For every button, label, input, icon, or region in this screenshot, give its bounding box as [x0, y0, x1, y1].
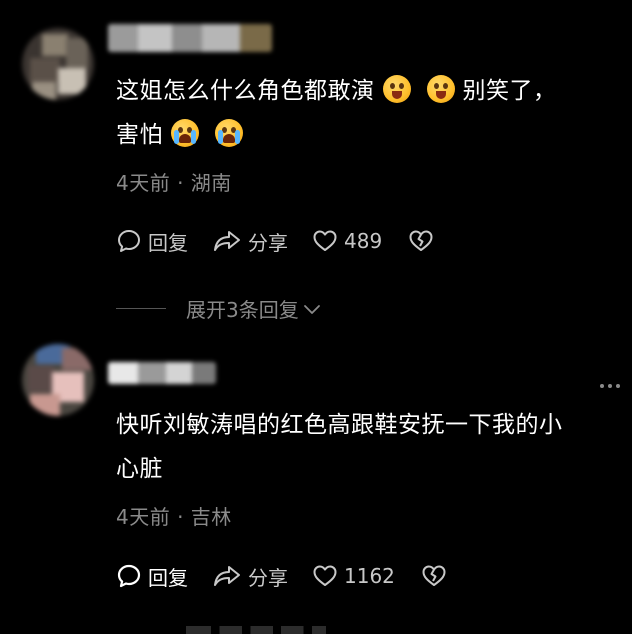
comment-text-line2: 心脏 [116, 456, 163, 482]
share-icon [214, 231, 240, 251]
comment-actions: 回复 分享 489 [116, 226, 434, 256]
comment-text-part: 害怕 [116, 122, 163, 148]
reply-button[interactable]: 回复 [116, 227, 188, 256]
heart-icon [313, 230, 337, 251]
laugh-cry-emoji-icon [382, 75, 411, 103]
reply-label: 回复 [148, 565, 188, 590]
crying-emoji-icon [171, 119, 199, 147]
broken-heart-icon [409, 230, 433, 251]
share-button[interactable]: 分享 [212, 562, 288, 591]
reply-label: 回复 [148, 230, 188, 255]
crying-emoji-icon [215, 119, 243, 147]
truncated-text [186, 626, 326, 634]
comment-text: 这姐怎么什么角色都敢演 别笑了， [116, 68, 557, 114]
avatar[interactable] [22, 344, 94, 416]
expand-replies-partial[interactable] [186, 626, 326, 634]
like-count: 1162 [344, 564, 395, 588]
share-label: 分享 [248, 230, 288, 255]
username-redacted[interactable] [108, 24, 272, 52]
dot [616, 384, 620, 388]
comment-list: 这姐怎么什么角色都敢演 别笑了， 害怕 4天前 · 湖南 回复 分享 489 展… [0, 0, 632, 634]
comment-actions: 回复 分享 1162 [116, 561, 447, 591]
reply-button[interactable]: 回复 [116, 562, 188, 591]
like-button[interactable]: 1162 [312, 563, 395, 589]
username-redacted[interactable] [108, 362, 216, 384]
expand-replies-label: 展开3条回复 [186, 298, 299, 322]
like-button[interactable]: 489 [312, 228, 382, 254]
like-count: 489 [344, 229, 383, 253]
comment-text-line2: 害怕 [116, 112, 251, 158]
comment-text-part: 别笑了， [462, 78, 557, 104]
laugh-cry-emoji-icon [426, 75, 455, 103]
comment-text-part: 这姐怎么什么角色都敢演 [116, 78, 375, 104]
broken-heart-icon [422, 565, 446, 586]
dislike-button[interactable] [408, 228, 434, 254]
dot [600, 384, 604, 388]
share-icon [214, 566, 240, 586]
heart-icon [313, 565, 337, 586]
avatar[interactable] [22, 28, 94, 100]
divider [116, 308, 166, 309]
reply-icon [117, 564, 141, 588]
reply-icon [118, 230, 140, 252]
comment-meta: 4天前 · 吉林 [116, 505, 232, 529]
comment-meta: 4天前 · 湖南 [116, 171, 232, 195]
more-options-button[interactable] [600, 384, 620, 388]
share-button[interactable]: 分享 [212, 227, 288, 256]
share-label: 分享 [248, 565, 288, 590]
chevron-down-icon [303, 304, 320, 314]
dislike-button[interactable] [421, 563, 447, 589]
dot [608, 384, 612, 388]
comment-text: 快听刘敏涛唱的红色高跟鞋安抚一下我的小 [116, 412, 563, 438]
expand-replies-button[interactable]: 展开3条回复 [116, 294, 321, 323]
